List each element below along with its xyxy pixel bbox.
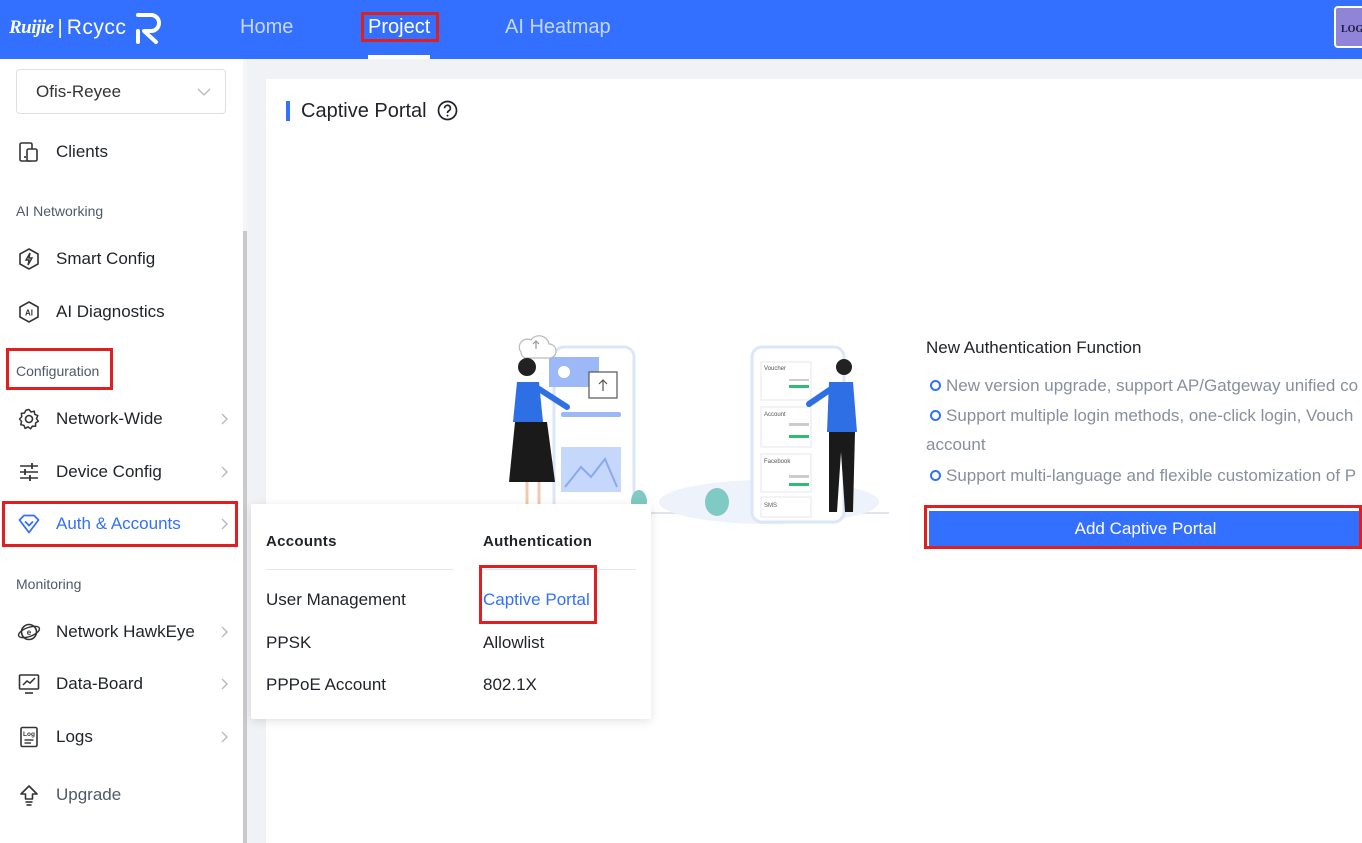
main-panel: Captive Portal Voucher Account Facebook … xyxy=(266,79,1362,843)
illustration-label-sms: SMS xyxy=(764,503,777,509)
ruijie-logo[interactable]: Ruijie | Rcycc xyxy=(9,10,164,46)
sidebar-item-network-wide[interactable]: Network-Wide xyxy=(0,397,243,441)
sidebar-item-label: Smart Config xyxy=(56,249,156,268)
logo-separator: | xyxy=(57,16,63,39)
submenu-captive-portal[interactable]: Captive Portal xyxy=(483,590,590,610)
submenu-user-management[interactable]: User Management xyxy=(266,590,406,610)
ai-diagnostics-icon: AI xyxy=(19,301,39,323)
diamond-shield-icon xyxy=(18,514,40,534)
submenu-ppsk[interactable]: PPSK xyxy=(266,633,311,653)
nav-home[interactable]: Home xyxy=(240,16,293,39)
sidebar-item-label: Clients xyxy=(56,142,108,161)
svg-text:Log: Log xyxy=(23,731,35,738)
sliders-icon xyxy=(20,463,38,481)
sidebar-item-ai-diagnostics[interactable]: AI AI Diagnostics xyxy=(0,290,243,334)
sidebar-item-network-hawkeye[interactable]: e Network HawkEye xyxy=(0,610,243,654)
sidebar: Ofis-Reyee Clients AI Networking Smart C… xyxy=(0,59,243,843)
sidebar-item-device-config[interactable]: Device Config xyxy=(0,450,243,494)
chevron-right-icon xyxy=(221,466,228,478)
info-title: New Authentication Function xyxy=(926,338,1142,357)
divider xyxy=(483,569,636,570)
sidebar-item-label: Network-Wide xyxy=(56,409,163,428)
chevron-right-icon xyxy=(221,413,228,425)
submenu-heading-authentication: Authentication xyxy=(483,533,593,550)
user-avatar[interactable]: LOG xyxy=(1334,6,1362,48)
sidebar-item-label: Upgrade xyxy=(56,785,122,804)
sidebar-item-smart-config[interactable]: Smart Config xyxy=(0,237,243,281)
captive-portal-illustration: Voucher Account Facebook SMS xyxy=(509,335,889,524)
sidebar-item-label: Logs xyxy=(56,727,93,746)
chevron-right-icon xyxy=(221,518,228,530)
sidebar-item-logs[interactable]: Log Logs xyxy=(0,715,243,759)
reyee-r-icon xyxy=(136,13,162,44)
illustration-label-account: Account xyxy=(764,412,786,418)
sidebar-item-label: Device Config xyxy=(56,462,162,481)
log-file-icon: Log xyxy=(20,726,38,748)
sidebar-item-clients[interactable]: Clients xyxy=(0,130,243,174)
sidebar-item-auth-accounts[interactable]: Auth & Accounts xyxy=(0,502,243,546)
submenu-allowlist[interactable]: Allowlist xyxy=(483,633,544,653)
submenu-802-1x[interactable]: 802.1X xyxy=(483,675,537,695)
bullet-icon xyxy=(930,380,941,391)
illustration-label-voucher: Voucher xyxy=(764,366,786,372)
monitor-chart-icon xyxy=(18,674,40,694)
project-select[interactable]: Ofis-Reyee xyxy=(16,69,226,114)
help-icon[interactable] xyxy=(437,100,458,121)
svg-text:e: e xyxy=(27,628,32,637)
top-navbar: Ruijie | Rcycc Home Project AI Heatmap L… xyxy=(0,0,1362,59)
sidebar-item-label: Data-Board xyxy=(56,674,143,693)
chevron-right-icon xyxy=(221,626,228,638)
info-line-continuation: account xyxy=(926,435,986,454)
clients-icon xyxy=(19,142,38,162)
bullet-icon xyxy=(930,470,941,481)
svg-text:AI: AI xyxy=(25,309,33,318)
info-bullet: Support multi-language and flexible cust… xyxy=(930,466,1356,486)
nav-project-highlight xyxy=(361,12,439,42)
divider xyxy=(266,569,453,570)
group-title-configuration: Configuration xyxy=(16,363,100,379)
chevron-right-icon xyxy=(221,731,228,743)
auth-accounts-submenu: Accounts Authentication User Management … xyxy=(251,504,651,719)
info-bullet: Support multiple login methods, one-clic… xyxy=(930,406,1353,426)
project-select-value: Ofis-Reyee xyxy=(36,82,122,101)
sidebar-item-label: Network HawkEye xyxy=(56,622,195,641)
logo-sub: Rcycc xyxy=(66,16,127,39)
submenu-pppoe-account[interactable]: PPPoE Account xyxy=(266,675,386,695)
smart-config-icon xyxy=(19,248,39,270)
gear-icon xyxy=(18,408,40,430)
info-bullet: New version upgrade, support AP/Gatgeway… xyxy=(930,376,1358,396)
sidebar-item-upgrade[interactable]: Upgrade xyxy=(0,773,243,817)
page-title: Captive Portal xyxy=(301,100,427,122)
upgrade-arrow-icon xyxy=(20,785,38,806)
scrollbar-thumb[interactable] xyxy=(243,231,247,843)
add-captive-portal-button[interactable]: Add Captive Portal xyxy=(929,511,1362,546)
illustration-label-facebook: Facebook xyxy=(764,459,791,465)
nav-active-indicator xyxy=(368,55,430,59)
chevron-down-icon xyxy=(197,88,211,96)
sidebar-scrollbar[interactable] xyxy=(243,59,247,843)
group-title-monitoring: Monitoring xyxy=(16,576,82,592)
bullet-icon xyxy=(930,410,941,421)
logo-brand: Ruijie xyxy=(9,17,54,38)
sidebar-item-label: Auth & Accounts xyxy=(56,514,181,533)
title-accent-bar xyxy=(286,101,290,121)
sidebar-item-data-board[interactable]: Data-Board xyxy=(0,662,243,706)
chevron-right-icon xyxy=(221,678,228,690)
hawkeye-icon: e xyxy=(17,623,41,641)
sidebar-item-label: AI Diagnostics xyxy=(56,302,165,321)
submenu-heading-accounts: Accounts xyxy=(266,533,337,550)
nav-ai-heatmap[interactable]: AI Heatmap xyxy=(505,16,611,39)
group-title-ai-networking: AI Networking xyxy=(16,203,104,219)
